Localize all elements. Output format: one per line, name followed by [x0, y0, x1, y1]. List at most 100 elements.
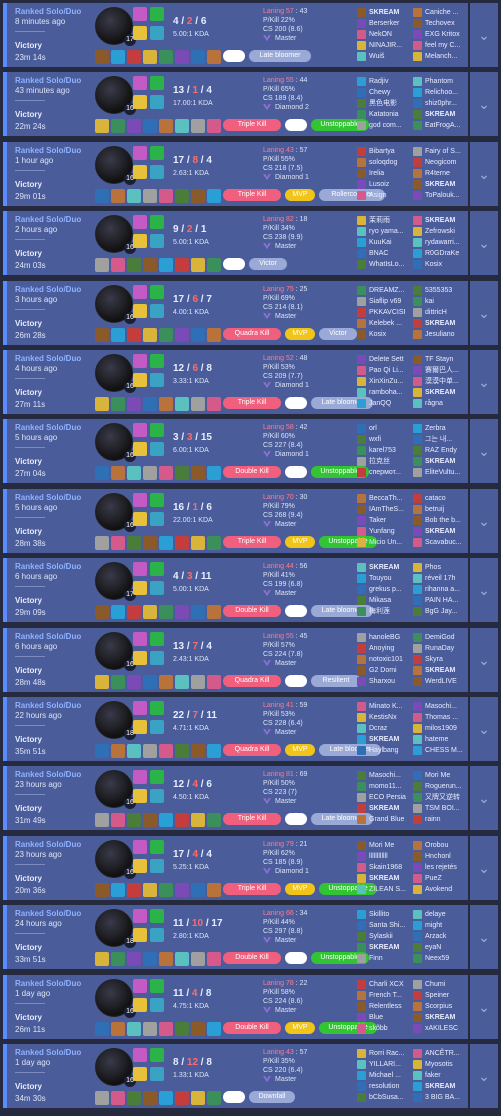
- item-icon[interactable]: [95, 328, 109, 342]
- champion-icon[interactable]: 18: [95, 701, 136, 740]
- item-icon[interactable]: [111, 605, 125, 619]
- player-name[interactable]: Rorri Rac...: [369, 1050, 404, 1057]
- player-name[interactable]: Katatonia: [369, 111, 399, 118]
- spell-icon[interactable]: [150, 840, 164, 854]
- rune-icon[interactable]: [133, 234, 147, 248]
- item-icon[interactable]: [111, 536, 125, 550]
- item-icon[interactable]: [191, 189, 205, 203]
- expand-match-button[interactable]: ⌄: [470, 628, 498, 692]
- player-name[interactable]: might: [425, 922, 442, 929]
- match-card[interactable]: Ranked Solo/Duo 1 day ago Victory 26m 11s 16…: [3, 975, 468, 1039]
- player-entry[interactable]: might: [413, 920, 468, 931]
- player-entry[interactable]: Relichoo...: [413, 87, 468, 98]
- player-name[interactable]: NekON: [369, 31, 392, 38]
- player-name[interactable]: wxfi: [369, 436, 381, 443]
- champion-icon[interactable]: 16: [95, 146, 136, 185]
- player-name[interactable]: Skyra: [425, 656, 443, 663]
- expand-match-button[interactable]: ⌄: [470, 142, 498, 206]
- player-entry[interactable]: Phos: [413, 562, 468, 573]
- player-name[interactable]: BNAC: [369, 250, 388, 257]
- player-name[interactable]: SKREAM: [369, 875, 399, 882]
- item-icon[interactable]: [175, 675, 189, 689]
- item-icon[interactable]: [175, 952, 189, 966]
- player-name[interactable]: Roguerun...: [425, 783, 462, 790]
- player-entry[interactable]: Asign: [357, 190, 415, 201]
- spell-icon[interactable]: [150, 632, 164, 646]
- player-name[interactable]: KuuKai: [369, 239, 392, 246]
- player-name[interactable]: milos1909: [425, 725, 457, 732]
- rune-icon[interactable]: [150, 304, 164, 318]
- player-name[interactable]: Caniche ...: [425, 9, 458, 16]
- player-name[interactable]: 茉莉雨: [369, 217, 390, 224]
- player-name[interactable]: Grand Blue: [369, 816, 404, 823]
- player-entry[interactable]: RAZ Endy: [413, 445, 468, 456]
- player-name[interactable]: Bibartya: [369, 148, 395, 155]
- rune-icon[interactable]: [150, 95, 164, 109]
- player-entry[interactable]: 賽爾巴人...: [413, 365, 468, 376]
- player-name[interactable]: YILLARI...: [369, 1061, 401, 1068]
- player-entry[interactable]: PueZ: [413, 873, 468, 884]
- player-name[interactable]: Irelia: [369, 170, 384, 177]
- champion-icon[interactable]: 16: [95, 76, 136, 115]
- player-entry[interactable]: Avokend: [413, 884, 468, 895]
- item-icon[interactable]: [175, 883, 189, 897]
- player-entry[interactable]: hanoleBG: [357, 632, 415, 643]
- item-icon[interactable]: [191, 744, 205, 758]
- item-icon[interactable]: [127, 883, 141, 897]
- player-entry[interactable]: rainn: [413, 814, 468, 825]
- player-name[interactable]: Anoying: [369, 645, 394, 652]
- spell-icon[interactable]: [133, 76, 147, 90]
- player-name[interactable]: PAIN HA...: [425, 597, 458, 604]
- player-entry[interactable]: Neogicom: [413, 157, 468, 168]
- player-entry[interactable]: SKREAM: [413, 179, 468, 190]
- item-icon[interactable]: [191, 605, 205, 619]
- spell-icon[interactable]: [150, 770, 164, 784]
- player-entry[interactable]: SKREAM: [413, 1081, 468, 1092]
- player-entry[interactable]: XinXinZu...: [357, 376, 415, 387]
- item-icon[interactable]: [95, 50, 109, 64]
- spell-icon[interactable]: [133, 285, 147, 299]
- player-entry[interactable]: Bob the b...: [413, 515, 468, 526]
- player-entry[interactable]: SKREAM: [413, 318, 468, 329]
- spell-icon[interactable]: [133, 1048, 147, 1062]
- player-entry[interactable]: Speiner: [413, 990, 468, 1001]
- item-icon[interactable]: [207, 119, 221, 133]
- item-icon[interactable]: [191, 258, 205, 272]
- match-card[interactable]: Ranked Solo/Duo 23 hours ago Victory 20m 36…: [3, 836, 468, 900]
- player-entry[interactable]: SKREAM: [413, 109, 468, 120]
- item-icon[interactable]: [191, 1022, 205, 1036]
- item-icon[interactable]: [95, 119, 109, 133]
- item-icon[interactable]: [207, 536, 221, 550]
- player-entry[interactable]: Masochi...: [413, 701, 468, 712]
- player-entry[interactable]: Grand Blue: [357, 814, 415, 825]
- player-entry[interactable]: bCbSusa...: [357, 1092, 415, 1103]
- player-name[interactable]: bCbSusa...: [369, 1094, 404, 1101]
- player-name[interactable]: KestisNx: [369, 714, 397, 721]
- rune-icon[interactable]: [133, 581, 147, 595]
- spell-icon[interactable]: [150, 909, 164, 923]
- player-entry[interactable]: NINAJIR...: [357, 40, 415, 51]
- player-entry[interactable]: resolution: [357, 1081, 415, 1092]
- champion-icon[interactable]: 16: [95, 215, 136, 254]
- player-name[interactable]: Zerbra: [425, 425, 446, 432]
- item-icon[interactable]: [159, 1022, 173, 1036]
- player-entry[interactable]: SKREAM: [357, 7, 415, 18]
- match-card[interactable]: Ranked Solo/Duo 5 hours ago Victory 28m 38s…: [3, 489, 468, 553]
- item-icon[interactable]: [207, 466, 221, 480]
- item-icon[interactable]: [143, 397, 157, 411]
- player-name[interactable]: SKREAM: [425, 389, 455, 396]
- player-entry[interactable]: 梅利莲: [357, 606, 415, 617]
- player-entry[interactable]: 그는 내...: [413, 434, 468, 445]
- player-name[interactable]: delaye: [425, 911, 446, 918]
- spell-icon[interactable]: [133, 493, 147, 507]
- spell-icon[interactable]: [150, 979, 164, 993]
- item-icon[interactable]: [95, 883, 109, 897]
- player-name[interactable]: les rejetés: [425, 864, 457, 871]
- spell-icon[interactable]: [150, 354, 164, 368]
- item-icon[interactable]: [143, 466, 157, 480]
- item-icon[interactable]: [159, 328, 173, 342]
- player-name[interactable]: R4terne: [425, 170, 450, 177]
- player-name[interactable]: Chumi: [425, 981, 445, 988]
- player-entry[interactable]: Touyou: [357, 573, 415, 584]
- item-icon[interactable]: [207, 258, 221, 272]
